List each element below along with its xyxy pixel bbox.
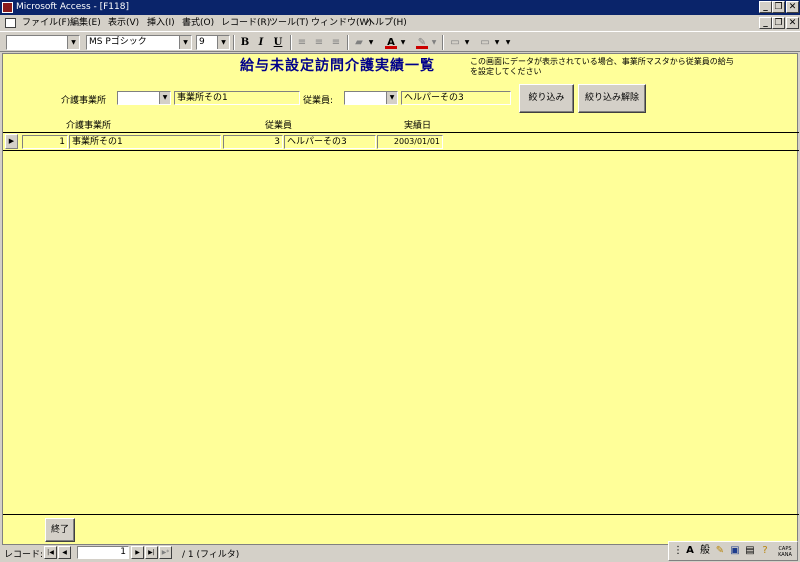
chevron-down-icon[interactable]: ▼ bbox=[463, 35, 471, 50]
form-body: 給与未設定訪問介護実績一覧 この画面にデータが表示されている場合、事業所マスタか… bbox=[2, 53, 799, 545]
first-record-icon[interactable]: |◀ bbox=[44, 546, 57, 559]
ime-dictionary-icon[interactable]: ▣ bbox=[728, 544, 742, 558]
chevron-down-icon[interactable]: ▼ bbox=[179, 36, 191, 49]
form-document-icon[interactable] bbox=[5, 18, 16, 28]
chevron-down-icon[interactable]: ▼ bbox=[399, 35, 407, 50]
align-right-icon[interactable]: ≡ bbox=[329, 35, 343, 50]
column-header-office: 介護事業所 bbox=[66, 121, 112, 131]
next-record-icon[interactable]: ▶ bbox=[131, 546, 144, 559]
fill-color-icon[interactable]: ▰ bbox=[352, 35, 366, 50]
ime-tools-icon[interactable]: ▤ bbox=[743, 544, 757, 558]
office-filter-label: 介護事業所 bbox=[61, 96, 107, 106]
clear-filter-button[interactable]: 絞り込み解除 bbox=[578, 84, 646, 113]
chevron-down-icon[interactable]: ▼ bbox=[367, 35, 375, 50]
last-record-icon[interactable]: ▶| bbox=[145, 546, 158, 559]
font-color-swatch bbox=[385, 46, 397, 49]
close-window-button[interactable]: ✕ bbox=[786, 1, 799, 13]
record-date-cell[interactable]: 2003/01/01 bbox=[377, 135, 443, 149]
table-row[interactable]: ▶ 1 事業所その1 3 ヘルパーその3 2003/01/01 bbox=[3, 132, 799, 151]
ime-help-icon[interactable]: ? bbox=[758, 544, 772, 558]
menu-file[interactable]: ファイル(F) bbox=[22, 16, 70, 30]
instruction-note: この画面にデータが表示されている場合、事業所マスタから従業員の給与を設定してくだ… bbox=[470, 57, 734, 76]
bold-button[interactable]: B bbox=[238, 35, 252, 50]
toolbar-separator bbox=[442, 35, 444, 50]
previous-record-icon[interactable]: ◀ bbox=[58, 546, 71, 559]
menu-tools[interactable]: ツール(T) bbox=[269, 16, 309, 30]
window-title-bar: Microsoft Access - [F118] _ ❐ ✕ bbox=[0, 0, 800, 15]
minimize-button[interactable]: _ bbox=[759, 1, 772, 13]
ime-conversion-mode-icon[interactable]: 般 bbox=[698, 544, 712, 558]
chevron-down-icon[interactable]: ▼ bbox=[493, 35, 501, 50]
line-width-icon[interactable]: ▭ bbox=[448, 35, 462, 50]
record-selector[interactable]: ▶ bbox=[5, 134, 18, 149]
align-center-icon[interactable]: ≡ bbox=[312, 35, 326, 50]
line-color-icon[interactable]: ✎ bbox=[415, 35, 429, 50]
record-number-input[interactable]: 1 bbox=[77, 546, 129, 559]
font-size-value: 9 bbox=[199, 37, 205, 47]
ime-language-bar: ⋮ A 般 ✎ ▣ ▤ ? CAPS KANA bbox=[668, 541, 798, 561]
navigation-label: レコード: bbox=[4, 550, 44, 560]
chevron-down-icon[interactable]: ▼ bbox=[217, 36, 229, 49]
caps-kana-indicator-icon: CAPS KANA bbox=[778, 546, 792, 558]
menu-records[interactable]: レコード(R) bbox=[221, 16, 270, 30]
restore-button[interactable]: ❐ bbox=[772, 1, 785, 13]
special-effect-icon[interactable]: ▭ bbox=[478, 35, 492, 50]
employee-filter-select[interactable]: ▼ bbox=[344, 91, 398, 105]
align-left-icon[interactable]: ≡ bbox=[295, 35, 309, 50]
menu-view[interactable]: 表示(V) bbox=[108, 16, 139, 30]
menu-help[interactable]: ヘルプ(H) bbox=[366, 16, 407, 30]
ime-input-mode-icon[interactable]: A bbox=[683, 544, 697, 558]
chevron-down-icon[interactable]: ▼ bbox=[67, 36, 79, 49]
font-name-value: MS Pゴシック bbox=[89, 37, 147, 47]
access-app-icon[interactable] bbox=[2, 2, 13, 13]
object-combo[interactable]: ▼ bbox=[6, 35, 80, 50]
office-name-cell[interactable]: 事業所その1 bbox=[69, 135, 221, 149]
chevron-down-icon[interactable]: ▼ bbox=[159, 92, 170, 104]
chevron-down-icon[interactable]: ▼ bbox=[386, 92, 397, 104]
doc-minimize-button[interactable]: _ bbox=[759, 17, 772, 29]
window-title: Microsoft Access - [F118] bbox=[16, 2, 129, 12]
employee-filter-label: 従業員: bbox=[303, 96, 334, 106]
menu-format[interactable]: 書式(O) bbox=[182, 16, 214, 30]
toolbar-separator bbox=[290, 35, 292, 50]
column-header-employee: 従業員 bbox=[265, 121, 293, 131]
office-filter-select[interactable]: ▼ bbox=[117, 91, 171, 105]
doc-restore-button[interactable]: ❐ bbox=[772, 17, 785, 29]
form-footer-divider bbox=[3, 514, 799, 515]
column-header-date: 実績日 bbox=[404, 121, 432, 131]
menu-window[interactable]: ウィンドウ(W) bbox=[311, 16, 372, 30]
record-count: / 1 (フィルタ) bbox=[182, 550, 240, 560]
italic-button[interactable]: I bbox=[254, 35, 268, 50]
chevron-down-icon[interactable]: ▼ bbox=[430, 35, 438, 50]
font-color-icon[interactable]: A bbox=[384, 35, 398, 50]
exit-button[interactable]: 終了 bbox=[45, 518, 75, 542]
new-record-icon[interactable]: ▶* bbox=[159, 546, 172, 559]
filter-button[interactable]: 絞り込み bbox=[519, 84, 574, 113]
doc-close-button[interactable]: ✕ bbox=[786, 17, 799, 29]
toolbar-options-icon[interactable]: ▼ bbox=[504, 35, 512, 50]
form-title: 給与未設定訪問介護実績一覧 bbox=[240, 58, 435, 74]
formatting-toolbar: ▼ MS Pゴシック ▼ 9 ▼ B I U ≡ ≡ ≡ ▰ ▼ A ▼ ✎ ▼… bbox=[0, 32, 800, 52]
font-size-combo[interactable]: 9 ▼ bbox=[196, 35, 230, 50]
ime-pad-icon[interactable]: ✎ bbox=[713, 544, 727, 558]
menu-edit[interactable]: 編集(E) bbox=[70, 16, 101, 30]
employee-id-cell[interactable]: 3 bbox=[223, 135, 283, 149]
menu-bar: ファイル(F) 編集(E) 表示(V) 挿入(I) 書式(O) レコード(R) … bbox=[0, 15, 800, 32]
employee-name-cell[interactable]: ヘルパーその3 bbox=[284, 135, 376, 149]
underline-button[interactable]: U bbox=[271, 35, 285, 50]
line-color-swatch bbox=[416, 46, 428, 49]
toolbar-separator bbox=[233, 35, 235, 50]
menu-insert[interactable]: 挿入(I) bbox=[147, 16, 175, 30]
employee-filter-name: ヘルパーその3 bbox=[401, 91, 511, 105]
toolbar-separator bbox=[347, 35, 349, 50]
font-name-combo[interactable]: MS Pゴシック ▼ bbox=[86, 35, 192, 50]
office-filter-name: 事業所その1 bbox=[174, 91, 300, 105]
office-id-cell[interactable]: 1 bbox=[22, 135, 68, 149]
